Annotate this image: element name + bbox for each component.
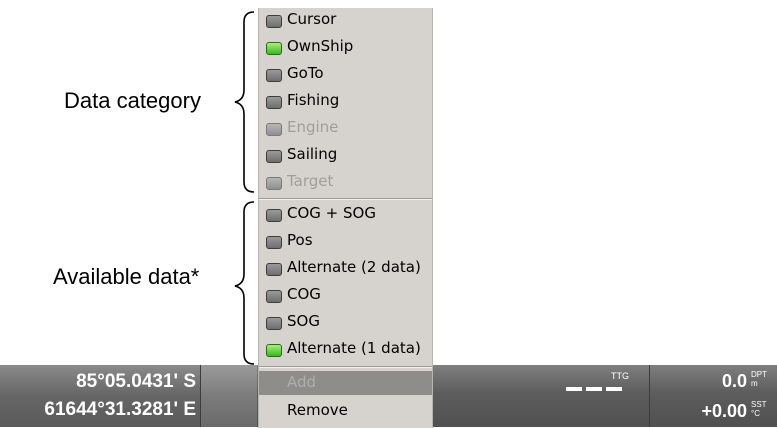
menu-separator xyxy=(259,198,432,200)
position-panel[interactable]: 85°05.0431' S 61644°31.3281' E xyxy=(0,365,201,427)
remove-button-label: Remove xyxy=(287,401,348,419)
menu-item-label: COG xyxy=(287,285,321,303)
depth-panel[interactable]: 0.0 DPT m +0.00 SST °C xyxy=(650,365,777,427)
data-category-brace xyxy=(234,11,255,193)
menu-item-label: SOG xyxy=(287,312,320,330)
menu-item-ownship[interactable]: OwnShip xyxy=(259,35,432,62)
status-led-icon xyxy=(266,96,282,109)
latitude-readout: 85°05.0431' S xyxy=(76,371,196,392)
status-led-icon xyxy=(266,236,282,249)
menu-separator xyxy=(259,366,432,368)
menu-item-alternate-2[interactable]: Alternate (2 data) xyxy=(259,256,432,283)
menu-item-cog[interactable]: COG xyxy=(259,283,432,310)
status-led-icon xyxy=(266,15,282,28)
sst-unit: °C xyxy=(751,409,760,418)
data-category-annotation: Data category xyxy=(64,88,201,113)
sst-value: +0.00 xyxy=(701,401,747,421)
status-bar-segment xyxy=(201,365,257,427)
ttg-label: TTG xyxy=(611,371,629,381)
menu-item-label: Engine xyxy=(287,118,339,136)
ttg-panel[interactable]: TTG xyxy=(432,365,650,427)
menu-item-engine: Engine xyxy=(259,116,432,143)
menu-item-sailing[interactable]: Sailing xyxy=(259,143,432,170)
status-led-icon xyxy=(266,209,282,222)
remove-button[interactable]: Remove xyxy=(259,398,432,424)
status-led-icon xyxy=(266,150,282,163)
status-led-icon xyxy=(266,177,282,190)
menu-item-cog-sog[interactable]: COG + SOG xyxy=(259,202,432,229)
menu-item-label: Cursor xyxy=(287,10,337,28)
menu-item-label: Sailing xyxy=(287,145,338,163)
status-led-icon xyxy=(266,344,282,357)
add-button[interactable]: Add xyxy=(259,371,432,395)
menu-item-goto[interactable]: GoTo xyxy=(259,62,432,89)
menu-item-label: Pos xyxy=(287,231,313,249)
depth-value: 0.0 xyxy=(721,371,747,391)
ttg-dash xyxy=(566,387,582,391)
menu-item-label: Alternate (2 data) xyxy=(287,258,421,276)
menu-item-label: Target xyxy=(287,172,334,190)
menu-item-label: Alternate (1 data) xyxy=(287,339,421,357)
menu-item-label: GoTo xyxy=(287,64,324,82)
menu-item-label: COG + SOG xyxy=(287,204,376,222)
available-data-brace xyxy=(234,201,255,365)
status-led-icon xyxy=(266,69,282,82)
add-button-label: Add xyxy=(287,373,317,391)
available-data-annotation: Available data* xyxy=(53,264,200,289)
longitude-readout: 61644°31.3281' E xyxy=(44,399,196,420)
menu-item-label: Fishing xyxy=(287,91,340,109)
data-box-menu: Cursor OwnShip GoTo Fishing Engine Saili… xyxy=(258,8,433,428)
status-led-icon xyxy=(266,123,282,136)
menu-item-pos[interactable]: Pos xyxy=(259,229,432,256)
status-led-icon xyxy=(266,317,282,330)
sst-label: SST xyxy=(751,400,767,409)
ttg-dash xyxy=(606,387,622,391)
menu-item-sog[interactable]: SOG xyxy=(259,310,432,337)
menu-item-fishing[interactable]: Fishing xyxy=(259,89,432,116)
depth-label: DPT xyxy=(751,370,767,379)
menu-item-cursor[interactable]: Cursor xyxy=(259,8,432,35)
menu-item-label: OwnShip xyxy=(287,37,354,55)
status-led-icon xyxy=(266,290,282,303)
ttg-dash xyxy=(586,387,602,391)
status-led-icon xyxy=(266,263,282,276)
status-led-icon xyxy=(266,42,282,55)
menu-item-alternate-1[interactable]: Alternate (1 data) xyxy=(259,337,432,364)
depth-unit: m xyxy=(751,379,758,388)
menu-item-target: Target xyxy=(259,170,432,197)
